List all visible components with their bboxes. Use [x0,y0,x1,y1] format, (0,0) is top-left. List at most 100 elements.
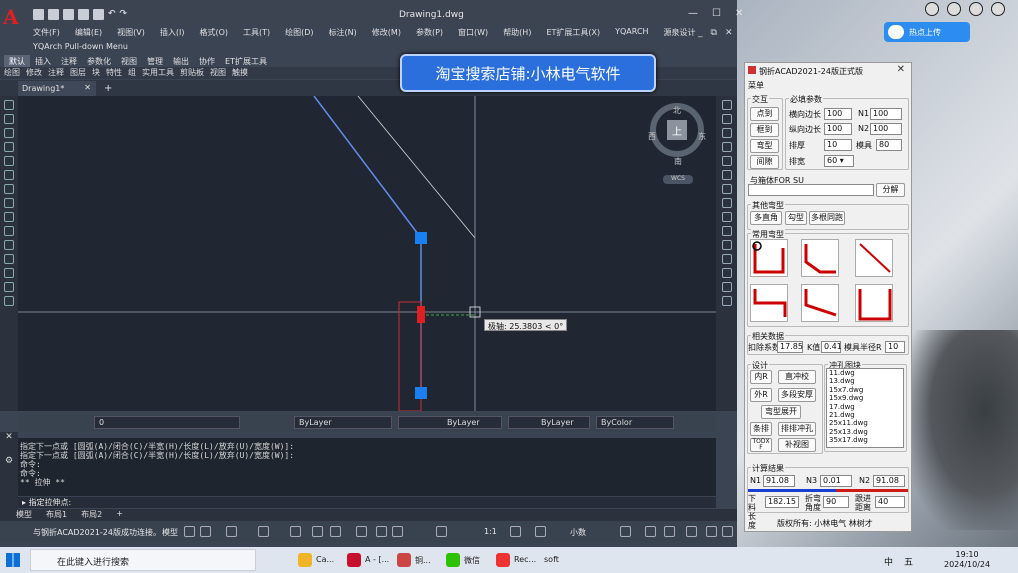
param-select-3[interactable]: 60 ▾ [824,155,854,167]
design-button-4[interactable]: 弯型展开 [761,405,801,419]
interact-button-2[interactable]: 弯型 [750,139,779,153]
layout-tab-3[interactable]: + [116,509,123,521]
reference-line[interactable] [357,96,476,239]
redo-icon[interactable]: ↷ [120,9,128,20]
other-button-0[interactable]: 多直角 [750,211,782,225]
layer-dropdown[interactable]: 0 [94,416,240,429]
open-icon[interactable] [48,9,59,20]
ribbon-panel-item-0[interactable]: 绘图 [4,67,20,79]
menu-item-2[interactable]: 视图(V) [117,27,145,38]
menu-item-12[interactable]: ET扩展工具(X) [546,27,600,38]
array-icon[interactable] [721,156,732,166]
move-icon[interactable] [721,170,732,180]
ribbon-tab-8[interactable]: ET扩展工具 [220,55,272,67]
design-button-7[interactable]: TODX F [750,438,772,452]
lock-ui-icon[interactable] [645,526,656,537]
viewcube-top[interactable]: 上 [667,120,687,140]
punch-list-item[interactable]: 17.dwg [829,403,903,411]
refresh-icon[interactable] [947,2,961,16]
model-space-toggle[interactable]: 模型 [162,527,178,538]
bend-shape-2[interactable] [801,239,839,277]
su-input[interactable] [748,184,874,196]
offset-icon[interactable] [721,142,732,152]
punch-list-item[interactable]: 15x9.dwg [829,394,903,402]
drawing-canvas[interactable] [18,96,716,411]
interact-button-1[interactable]: 框到 [750,123,779,137]
ribbon-panel-item-2[interactable]: 注释 [48,67,64,79]
ellipse-icon[interactable] [4,198,14,208]
dialog-close-icon[interactable]: ✕ [897,64,905,75]
punch-list[interactable]: 11.dwg 13.dwg 15x7.dwg 15x9.dwg 17.dwg 21.dwg… [826,368,904,448]
settings-icon[interactable] [969,2,983,16]
new-file-icon[interactable] [33,9,44,20]
grip-top[interactable] [415,232,427,244]
tab-close-icon[interactable]: ✕ [84,83,91,92]
ribbon-tab-5[interactable]: 管理 [142,55,168,67]
taskbar-app-2[interactable]: 铜... [395,551,431,569]
taskbar-search[interactable]: 在此键入进行搜索 [30,549,256,571]
close-command-icon[interactable]: ✕ [0,432,18,442]
menu-item-7[interactable]: 标注(N) [329,27,357,38]
line-icon[interactable] [4,100,14,110]
spline-icon[interactable] [4,184,14,194]
region-icon[interactable] [4,240,14,250]
color-dropdown[interactable]: ByLayer [294,416,392,429]
isolate-objects-icon[interactable] [664,526,675,537]
ribbon-panel-item-9[interactable]: 视图 [210,67,226,79]
ribbon-tab-7[interactable]: 协作 [194,55,220,67]
lineweight-icon[interactable] [330,526,341,537]
ribbon-tab-6[interactable]: 输出 [168,55,194,67]
radius-input[interactable]: 10 [885,341,905,353]
quick-properties-icon[interactable] [620,526,631,537]
taskbar-app-0[interactable]: Ca... [296,551,334,569]
n2-input[interactable]: 100 [870,123,902,135]
menu-item-9[interactable]: 参数(P) [416,27,443,38]
insert-block-icon[interactable] [4,212,14,222]
ribbon-panel-item-4[interactable]: 块 [92,67,100,79]
layout-tab-2[interactable]: 布局2 [81,509,102,521]
units-dropdown[interactable]: 小数 [570,527,586,538]
bend-shape-1[interactable] [750,239,788,277]
n1-input[interactable]: 100 [870,108,902,120]
chamfer-icon[interactable] [721,282,732,292]
arc-icon[interactable] [4,128,14,138]
tab-drawing1[interactable]: Drawing1* ✕ [18,81,96,96]
ribbon-panel-item-3[interactable]: 图层 [70,67,86,79]
taskbar-app-1[interactable]: A - [... [345,551,389,569]
trim-icon[interactable] [721,226,732,236]
yqarch-menu[interactable]: YQArch Pull-down Menu [33,42,128,51]
mtext-icon[interactable] [4,268,14,278]
rectangle-icon[interactable] [4,156,14,166]
grip-mid-hot[interactable] [417,306,425,323]
copy-icon[interactable] [721,114,732,124]
punch-list-item[interactable]: 13.dwg [829,377,903,385]
layout-tab-1[interactable]: 布局1 [46,509,67,521]
save-icon[interactable] [63,9,74,20]
polyline-diagonal[interactable] [313,96,422,239]
otrack-icon[interactable] [312,526,323,537]
punch-list-item[interactable]: 11.dwg [829,369,903,377]
wrench-icon[interactable]: ⚙ [0,456,18,466]
viewcube-north[interactable]: 北 [673,105,681,116]
menu-item-6[interactable]: 绘图(D) [285,27,313,38]
menu-item-8[interactable]: 修改(M) [372,27,401,38]
ribbon-panel-item-1[interactable]: 修改 [26,67,42,79]
linetype-dropdown[interactable]: ByLayer [398,416,502,429]
deduct-input[interactable]: 17.85 [777,341,803,353]
punch-list-item[interactable]: 25x11.dwg [829,419,903,427]
polar-icon[interactable] [258,526,269,537]
ribbon-tab-0[interactable]: 默认 [4,55,30,67]
point-icon[interactable] [4,282,14,292]
explode-button[interactable]: 分解 [876,183,905,197]
punch-list-item[interactable]: 25x13.dwg [829,428,903,436]
selection-cycle-icon[interactable] [376,526,387,537]
annotation-monitor-icon[interactable] [535,526,546,537]
bend-shape-4[interactable] [750,284,788,322]
camera-icon[interactable] [991,2,1005,16]
print-icon[interactable] [93,9,104,20]
die-input[interactable]: 80 [876,139,902,151]
scale-icon[interactable] [721,198,732,208]
polygon-icon[interactable] [4,142,14,152]
workspace-gear-icon[interactable] [510,526,521,537]
param-input-0[interactable]: 100 [824,108,852,120]
